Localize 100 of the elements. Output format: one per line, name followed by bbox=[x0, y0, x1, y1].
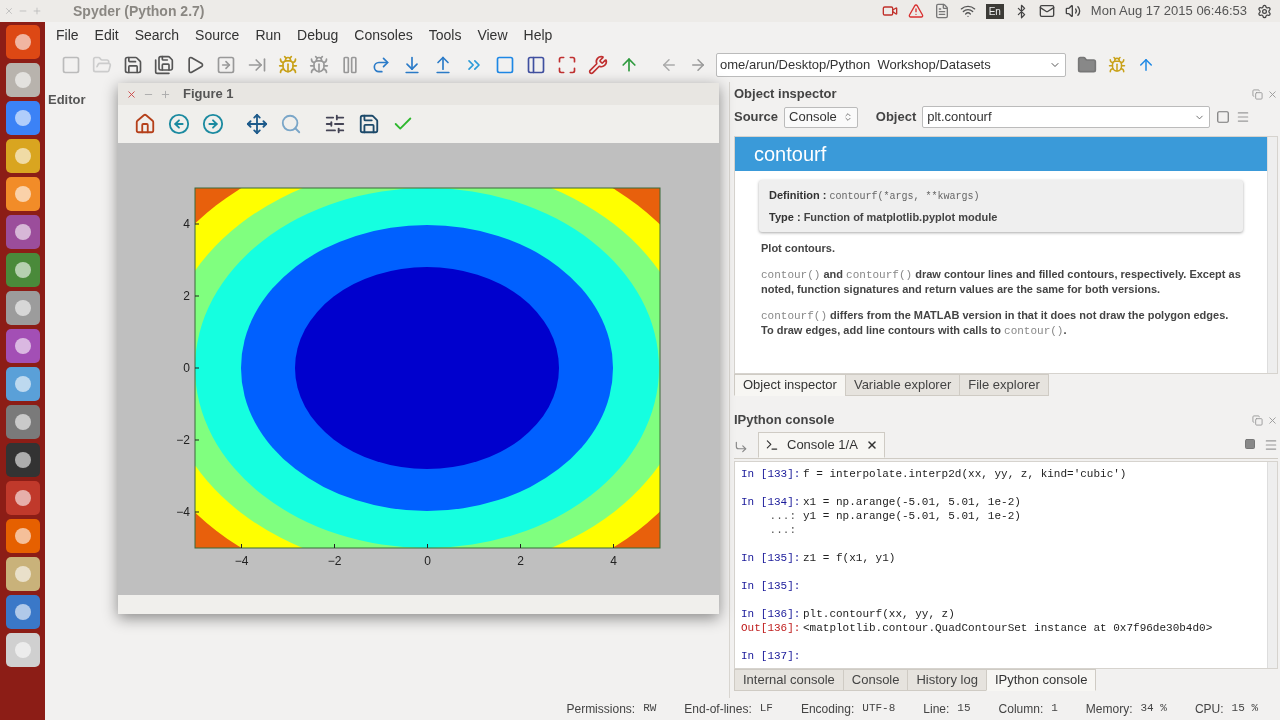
save-all-icon[interactable] bbox=[154, 55, 174, 75]
new-console-icon[interactable] bbox=[734, 440, 748, 454]
console-code: y1 = np.arange(-5.01, 5.01, 1e-2) bbox=[803, 509, 1021, 523]
type-line: Type : Function of matplotlib.pyplot module bbox=[769, 210, 999, 225]
status-value: 1 bbox=[1051, 701, 1058, 716]
tab[interactable]: History log bbox=[907, 669, 987, 691]
menu-item[interactable]: Debug bbox=[297, 24, 339, 46]
tab[interactable]: Variable explorer bbox=[844, 374, 961, 396]
pause-icon[interactable] bbox=[340, 55, 360, 75]
folder-icon[interactable] bbox=[1077, 55, 1097, 75]
console-code: plt.contourf(xx, yy, z) bbox=[803, 607, 955, 621]
object-field[interactable]: plt.contourf bbox=[922, 106, 1211, 128]
settings-icon[interactable] bbox=[1257, 3, 1272, 19]
doc-heading: contourf bbox=[735, 137, 1267, 171]
menu-item[interactable]: Edit bbox=[94, 24, 119, 46]
close-icon[interactable] bbox=[865, 439, 878, 451]
bug-icon[interactable] bbox=[1108, 56, 1126, 74]
stop-icon[interactable] bbox=[1244, 438, 1256, 450]
menu-item[interactable]: Search bbox=[134, 24, 180, 46]
menu-item[interactable]: Consoles bbox=[354, 24, 413, 46]
clock[interactable]: Mon Aug 17 2015 06:46:53 bbox=[1090, 1, 1247, 21]
spinner-icon bbox=[842, 112, 853, 122]
document-icon[interactable] bbox=[933, 3, 950, 19]
tick-label: −4 bbox=[234, 554, 249, 568]
step-into-icon[interactable] bbox=[402, 55, 422, 75]
source-dropdown[interactable]: Console bbox=[784, 106, 858, 128]
tab[interactable]: Internal console bbox=[734, 669, 844, 691]
console-prompt: In [135]: bbox=[741, 551, 802, 565]
tick-label: −2 bbox=[176, 433, 190, 447]
doc-paragraph: Plot contours. bbox=[761, 241, 836, 255]
fullscreen-icon[interactable] bbox=[557, 55, 577, 75]
status-label: Line: bbox=[923, 701, 950, 718]
menu-item[interactable]: Tools bbox=[428, 24, 462, 46]
status-label: End-of-lines: bbox=[684, 701, 752, 718]
console-code: f = interpolate.interp2d(xx, yy, z, kind='cubic') bbox=[803, 467, 1127, 481]
redo-icon[interactable] bbox=[371, 55, 391, 75]
mail-icon[interactable] bbox=[1038, 3, 1055, 19]
tick-label: 0 bbox=[183, 361, 190, 375]
pane-title: Object inspector bbox=[734, 85, 837, 104]
zoom-icon[interactable] bbox=[280, 113, 302, 135]
forward-icon[interactable] bbox=[202, 113, 224, 135]
console-tab[interactable]: Console 1/A bbox=[758, 432, 885, 458]
tick-label: 4 bbox=[610, 554, 617, 568]
tab[interactable]: IPython console bbox=[985, 669, 1097, 691]
status-value: LF bbox=[759, 701, 773, 716]
save-icon[interactable] bbox=[358, 113, 380, 135]
tick-label: 4 bbox=[183, 217, 190, 231]
wifi-icon[interactable] bbox=[959, 3, 976, 19]
pane-title: Editor bbox=[48, 92, 86, 107]
tick-label: −4 bbox=[176, 505, 190, 519]
menu-item[interactable]: Help bbox=[523, 24, 553, 46]
console-prompt: In [134]: bbox=[741, 495, 802, 509]
tick-label: 0 bbox=[424, 554, 431, 568]
run-cell-advance-icon[interactable] bbox=[247, 55, 267, 75]
stop-icon[interactable] bbox=[495, 55, 515, 75]
menu-item[interactable]: View bbox=[477, 24, 508, 46]
path-field[interactable]: ome/arun/Desktop/Python Workshop/Datasets bbox=[716, 53, 1066, 77]
warning-icon[interactable] bbox=[907, 3, 924, 19]
console-prompt: Out[136]: bbox=[741, 621, 802, 635]
bug-icon[interactable] bbox=[278, 55, 298, 75]
doc-paragraph: contour() and contourf() draw contour lines and filled contours, respectively. Except as noted, function signatures and return values are the same for both versions. bbox=[761, 267, 1241, 296]
menu-item[interactable]: Source bbox=[195, 24, 240, 46]
keyboard-layout-indicator[interactable]: En bbox=[985, 3, 1004, 19]
wrench-icon[interactable] bbox=[588, 55, 608, 75]
save-icon[interactable] bbox=[123, 55, 143, 75]
pan-icon[interactable] bbox=[246, 113, 268, 135]
object-value: plt.contourf bbox=[927, 108, 992, 127]
home-icon[interactable] bbox=[134, 113, 156, 135]
back-icon[interactable] bbox=[168, 113, 190, 135]
bug-icon[interactable] bbox=[309, 55, 329, 75]
volume-icon[interactable] bbox=[1064, 3, 1081, 19]
panel-icon[interactable] bbox=[526, 55, 546, 75]
source-value: Console bbox=[789, 108, 837, 127]
status-value: 15 % bbox=[1231, 701, 1258, 716]
tab[interactable]: Object inspector bbox=[734, 374, 846, 396]
console-prompt: In [135]: bbox=[741, 579, 802, 593]
console-code: x1 = np.arange(-5.01, 5.01, 1e-2) bbox=[803, 495, 1021, 509]
scrollbar[interactable] bbox=[1267, 137, 1277, 373]
run-cell-icon[interactable] bbox=[216, 55, 236, 75]
console-prompt: ...: bbox=[768, 523, 797, 537]
status-label: Column: bbox=[998, 701, 1044, 718]
status-value: UTF-8 bbox=[862, 701, 896, 716]
camera-icon[interactable] bbox=[881, 3, 898, 19]
tick-label: −2 bbox=[327, 554, 342, 568]
tick-label: 2 bbox=[517, 554, 524, 568]
step-out-icon[interactable] bbox=[433, 55, 453, 75]
tab[interactable]: Console bbox=[842, 669, 909, 691]
source-label: Source bbox=[734, 108, 779, 127]
console-code: <matplotlib.contour.QuadContourSet instance at 0x7f96de30b4d0> bbox=[803, 621, 1213, 635]
console-prompt: In [137]: bbox=[741, 649, 802, 663]
run-icon[interactable] bbox=[185, 55, 205, 75]
menu-item[interactable]: Run bbox=[255, 24, 282, 46]
forward-arrow-icon[interactable] bbox=[689, 56, 707, 74]
menu-item[interactable]: File bbox=[56, 24, 79, 46]
scrollbar[interactable] bbox=[1267, 462, 1277, 668]
tab[interactable]: File explorer bbox=[959, 374, 1049, 396]
status-label: CPU: bbox=[1194, 701, 1224, 718]
configure-icon[interactable] bbox=[324, 113, 346, 135]
window-title: Figure 1 bbox=[183, 85, 234, 104]
pane-title: IPython console bbox=[734, 411, 835, 430]
